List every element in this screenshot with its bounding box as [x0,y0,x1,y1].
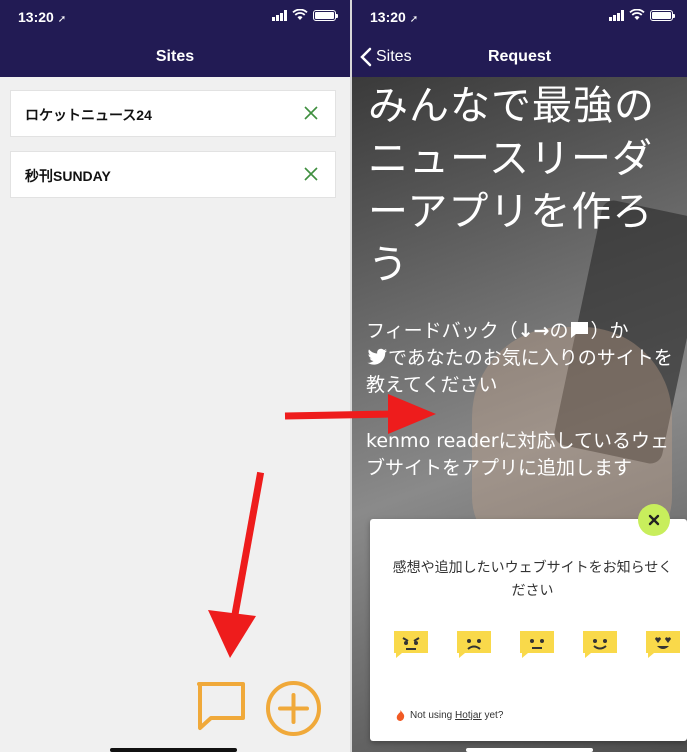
instructions-text: フィードバック（ [366,320,518,342]
signal-icon [272,9,287,21]
wifi-icon [292,9,308,20]
hotjar-link[interactable]: Hotjar [455,710,482,721]
request-screen: 13:20 ➚ Sites Request みんなで最強のニュースリーダーアプリ… [352,0,687,752]
close-x-icon[interactable] [301,164,321,184]
site-name: 秒刊SUNDAY [25,168,111,184]
home-indicator [110,748,237,752]
location-icon: ➚ [409,14,419,25]
feedback-modal: 感想や追加したいウェブサイトをお知らせください Not using Hotjar… [370,519,687,741]
sites-screen: 13:20 ➚ Sites ロケットニュース24 秒刊SUNDAY [0,0,350,752]
location-icon: ➚ [57,14,67,25]
neutral-face-icon[interactable] [518,629,556,659]
hotjar-footer: Not using Hotjar yet? [396,710,503,721]
happy-face-icon[interactable] [581,629,619,659]
battery-icon [650,9,675,21]
plus-circle-icon[interactable] [265,680,322,737]
status-icons [272,9,338,21]
footer-text: Not using [410,710,456,721]
annotation-arrow-down-icon [208,471,265,658]
hero-description: kenmo readerに対応しているウェブサイトをアプリに追加します [366,430,669,479]
status-icons [609,9,675,21]
site-name: ロケットニュース24 [25,107,152,123]
close-x-icon[interactable] [301,103,321,123]
hero-title: みんなで最強のニュースリーダーアプリを作ろう [368,83,655,288]
flame-icon [396,710,405,721]
status-time: 13:20 ➚ [370,9,419,25]
home-indicator [466,748,593,752]
feedback-question: 感想や追加したいウェブサイトをお知らせください [392,559,673,598]
speech-bubble-icon [570,322,589,338]
angry-face-icon[interactable] [392,629,430,659]
annotation-arrow-right-icon [284,394,436,434]
nav-bar: 13:20 ➚ Sites Request [352,0,687,77]
footer-text: yet? [481,710,504,721]
page-title: Request [487,48,552,65]
love-face-icon[interactable] [644,629,682,659]
modal-close-button[interactable] [638,504,670,536]
battery-icon [313,9,338,21]
hero-instructions: フィードバック（↓→の ）か であなたのお気に入りのサイトを教えてください [366,318,686,399]
arrows-text: ↓→ [517,320,550,342]
site-row[interactable]: ロケットニュース24 [10,90,336,137]
page-title: Sites [155,48,195,65]
close-icon [648,514,660,526]
signal-icon [609,9,624,21]
rating-row [392,629,682,659]
sad-face-icon[interactable] [455,629,493,659]
status-time: 13:20 ➚ [18,9,67,25]
instructions-text: の [549,320,569,342]
instructions-text: ）か [590,320,629,342]
site-row[interactable]: 秒刊SUNDAY [10,151,336,198]
wifi-icon [629,9,645,20]
nav-bar: 13:20 ➚ Sites [0,0,350,77]
twitter-bird-icon [367,348,387,365]
chat-bubble-icon[interactable] [195,680,247,732]
